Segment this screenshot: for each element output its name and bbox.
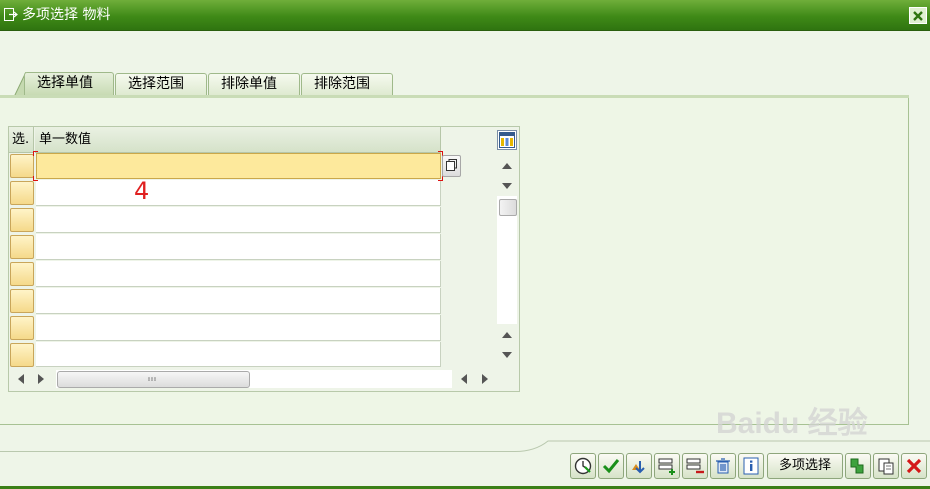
window-icon bbox=[4, 8, 18, 21]
value-help-icon bbox=[446, 159, 457, 171]
triangle-down-icon bbox=[502, 352, 512, 358]
row-selector[interactable] bbox=[10, 235, 34, 259]
delete-all-button[interactable] bbox=[710, 453, 736, 479]
delete-row-icon bbox=[686, 458, 704, 474]
triangle-down-icon bbox=[502, 183, 512, 189]
value-input[interactable] bbox=[36, 342, 441, 367]
trash-icon bbox=[716, 458, 730, 474]
scroll-left-button[interactable] bbox=[12, 370, 30, 388]
column-header-value[interactable]: 单一数值 bbox=[35, 127, 441, 153]
window-title: 多项选择 物料 bbox=[22, 7, 111, 23]
scroll-down-button[interactable] bbox=[497, 177, 517, 195]
info-icon bbox=[743, 457, 759, 475]
cancel-button[interactable] bbox=[901, 453, 927, 479]
row-selector[interactable] bbox=[10, 316, 34, 340]
triangle-up-icon bbox=[502, 332, 512, 338]
scroll-far-left-button[interactable] bbox=[455, 370, 473, 388]
title-bar: 多项选择 物料 bbox=[0, 0, 930, 31]
value-input[interactable] bbox=[36, 234, 441, 260]
multi-select-button[interactable]: 多项选择 bbox=[767, 453, 843, 479]
value-input[interactable] bbox=[36, 288, 441, 314]
tab-label: 选择范围 bbox=[128, 76, 184, 92]
tab-select-single[interactable]: 选择单值 bbox=[24, 72, 114, 97]
row-selector[interactable] bbox=[10, 154, 34, 178]
triangle-left-icon bbox=[461, 374, 467, 384]
scroll-page-down-button[interactable] bbox=[497, 346, 517, 364]
insert-row-button[interactable] bbox=[654, 453, 680, 479]
triangle-up-icon bbox=[502, 163, 512, 169]
value-input[interactable] bbox=[36, 315, 441, 341]
row-selector[interactable] bbox=[10, 181, 34, 205]
execute-button[interactable] bbox=[570, 453, 596, 479]
triangle-right-icon bbox=[38, 374, 44, 384]
tab-label: 排除单值 bbox=[221, 76, 277, 92]
focus-corner bbox=[33, 151, 38, 156]
column-header-select[interactable]: 选. bbox=[9, 127, 34, 153]
execute-icon bbox=[574, 457, 592, 475]
tab-label: 选择单值 bbox=[37, 75, 93, 91]
add-row-icon bbox=[658, 458, 675, 475]
scroll-up-button[interactable] bbox=[497, 157, 517, 175]
row-selector[interactable] bbox=[10, 262, 34, 286]
copy-confirm-button[interactable] bbox=[598, 453, 624, 479]
info-button[interactable] bbox=[738, 453, 764, 479]
grip-icon bbox=[148, 377, 156, 381]
copy-button[interactable] bbox=[845, 453, 871, 479]
delete-row-button[interactable] bbox=[682, 453, 708, 479]
triangle-left-icon bbox=[18, 374, 24, 384]
row-selector[interactable] bbox=[10, 343, 34, 367]
import-icon bbox=[632, 461, 645, 474]
scroll-page-up-button[interactable] bbox=[497, 326, 517, 344]
triangle-right-icon bbox=[482, 374, 488, 384]
value-input[interactable] bbox=[36, 261, 441, 287]
tab-exclude-range[interactable]: 排除范围 bbox=[301, 73, 393, 96]
annotation-number: 4 bbox=[134, 177, 150, 205]
scroll-right-button[interactable] bbox=[32, 370, 50, 388]
table-settings-button[interactable] bbox=[497, 130, 517, 150]
vertical-scroll-thumb[interactable] bbox=[499, 199, 517, 216]
check-icon bbox=[602, 459, 620, 474]
copy-icon bbox=[850, 458, 864, 474]
tab-select-range[interactable]: 选择范围 bbox=[115, 73, 207, 96]
tab-label: 排除范围 bbox=[314, 76, 370, 92]
cancel-icon bbox=[906, 458, 922, 474]
focus-corner bbox=[33, 176, 38, 181]
paste-icon bbox=[878, 458, 894, 475]
value-help-button[interactable] bbox=[442, 155, 461, 177]
footer-divider bbox=[0, 440, 930, 452]
watermark: Baidu 经验 bbox=[716, 407, 868, 440]
value-input[interactable] bbox=[36, 180, 441, 206]
row-selector[interactable] bbox=[10, 208, 34, 232]
tab-exclude-single[interactable]: 排除单值 bbox=[208, 73, 300, 96]
paste-button[interactable] bbox=[873, 453, 899, 479]
value-input[interactable] bbox=[36, 207, 441, 233]
panel-top-strip bbox=[0, 95, 909, 98]
row-selector[interactable] bbox=[10, 289, 34, 313]
table-settings-icon bbox=[499, 132, 515, 148]
close-icon bbox=[913, 10, 923, 21]
import-button[interactable] bbox=[626, 453, 652, 479]
value-input[interactable] bbox=[36, 153, 441, 179]
scroll-far-right-button[interactable] bbox=[476, 370, 494, 388]
window-close-button[interactable] bbox=[909, 7, 927, 24]
